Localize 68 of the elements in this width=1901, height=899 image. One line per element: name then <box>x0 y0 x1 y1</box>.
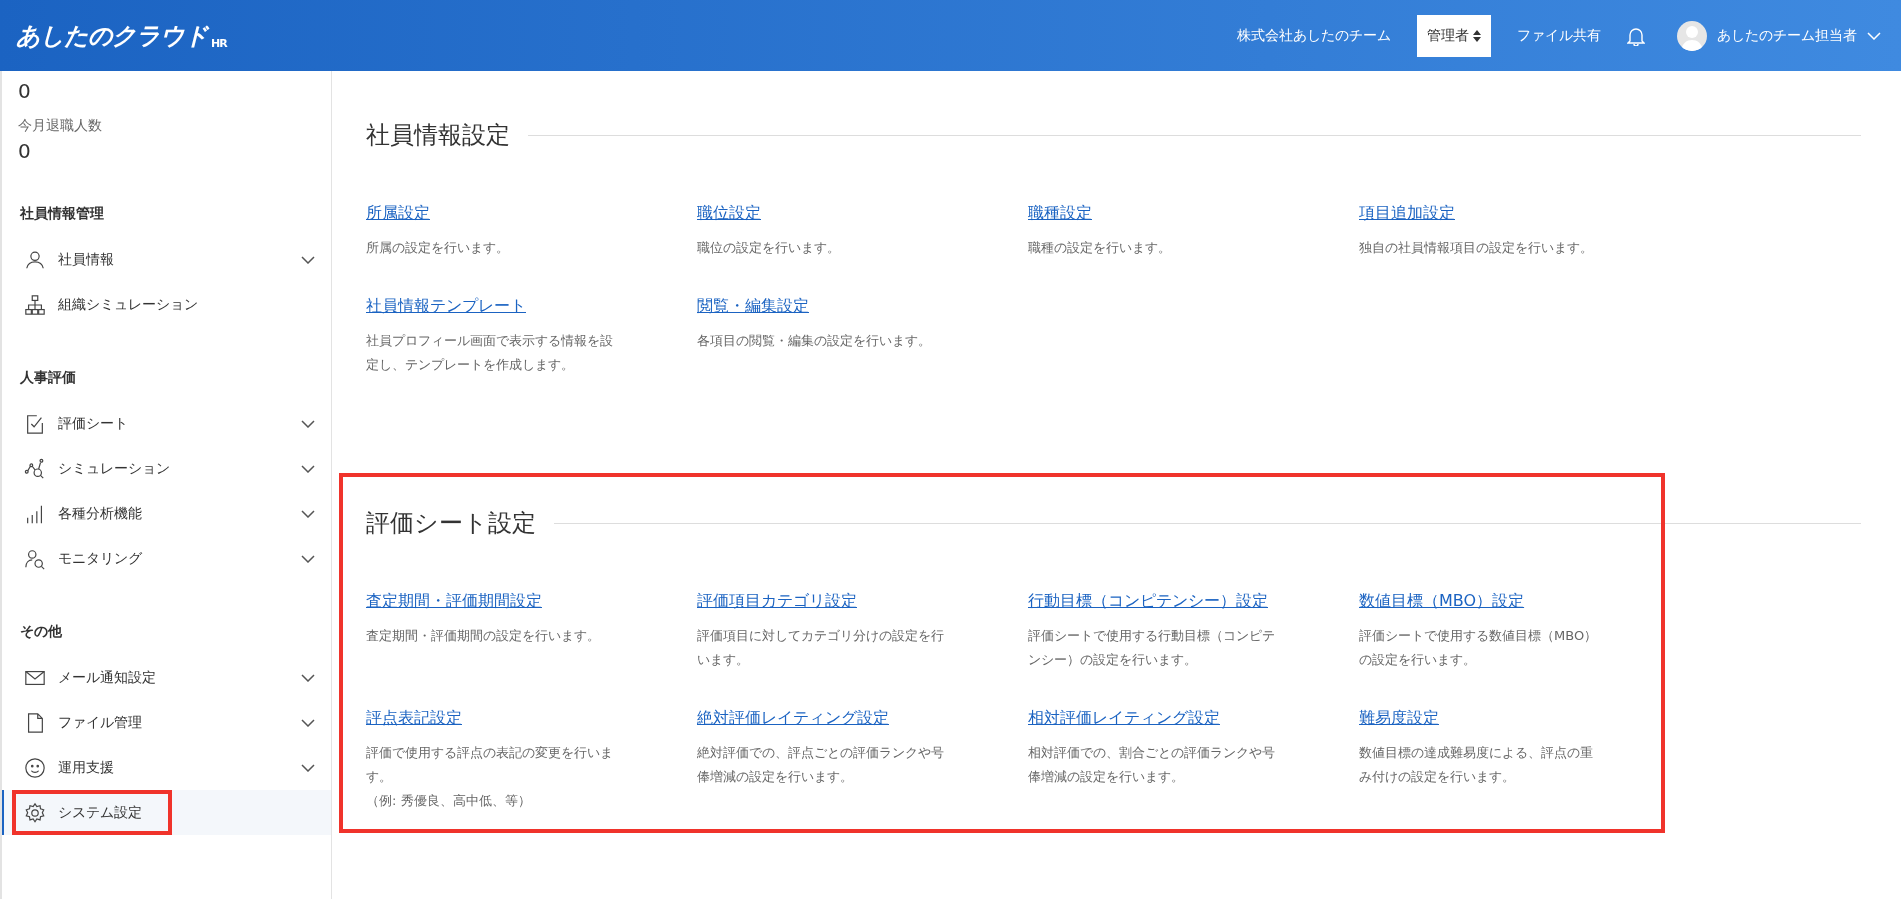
settings-link[interactable]: 数値目標（MBO）設定 <box>1359 591 1525 612</box>
settings-link[interactable]: 所属設定 <box>366 203 430 224</box>
link-description: 評価で使用する評点の表記の変更を行いま す。 （例: 秀優良、高中低、等） <box>366 744 614 810</box>
chevron-down-icon <box>301 554 315 563</box>
settings-icon <box>24 801 46 824</box>
role-select[interactable]: 管理者 <box>1417 14 1491 57</box>
sidebar-item[interactable]: 評価シート <box>2 401 331 446</box>
nodes-search-icon <box>24 457 46 480</box>
chevron-down-icon <box>301 419 315 428</box>
sidebar-item[interactable]: 各種分析機能 <box>2 491 331 536</box>
sort-icon <box>1473 29 1481 42</box>
sidebar-item[interactable]: モニタリング <box>2 536 331 581</box>
link-description: 各項目の閲覧・編集の設定を行います。 <box>697 332 932 350</box>
link-description: 所属の設定を行います。 <box>366 239 510 257</box>
link-description: 社員プロフィール画面で表示する情報を設 定し、テンプレートを作成します。 <box>366 332 614 374</box>
chevron-down-icon <box>301 509 315 518</box>
link-description: 絶対評価での、評点ごとの評価ランクや号 俸増減の設定を行います。 <box>697 744 945 786</box>
link-description: 独自の社員情報項目の設定を行います。 <box>1359 239 1594 257</box>
stat-value: 0 <box>17 139 32 163</box>
link-description: 職位の設定を行います。 <box>697 239 841 257</box>
settings-link[interactable]: 項目追加設定 <box>1359 203 1455 224</box>
sidebar-item[interactable]: 運用支援 <box>2 745 331 790</box>
chevron-down-icon <box>301 464 315 473</box>
sidebar-heading: その他 <box>19 623 63 641</box>
sidebar-item[interactable]: システム設定 <box>2 790 331 835</box>
bell-icon[interactable] <box>1627 25 1645 46</box>
user-menu[interactable]: あしたのチーム担当者 <box>1671 19 1887 52</box>
chevron-down-icon <box>301 673 315 682</box>
link-description: 職種の設定を行います。 <box>1028 239 1172 257</box>
link-description: 評価シートで使用する行動目標（コンピテ ンシー）の設定を行います。 <box>1028 627 1276 669</box>
link-description: 査定期間・評価期間の設定を行います。 <box>366 627 601 645</box>
stat-label: 今月退職人数 <box>17 117 103 135</box>
link-description: 数値目標の達成難易度による、評点の重 み付けの設定を行います。 <box>1359 744 1594 786</box>
sidebar-item[interactable]: 社員情報 <box>2 237 331 282</box>
company-name: 株式会社あしたのチーム <box>1237 26 1391 45</box>
checklist-icon <box>24 412 46 435</box>
link-description: 相対評価での、割合ごとの評価ランクや号 俸増減の設定を行います。 <box>1028 744 1276 786</box>
sidebar-heading: 社員情報管理 <box>19 205 105 223</box>
settings-link[interactable]: 行動目標（コンピテンシー）設定 <box>1028 591 1268 612</box>
settings-link[interactable]: 職種設定 <box>1028 203 1092 224</box>
chevron-down-icon <box>301 763 315 772</box>
settings-link[interactable]: 評価項目カテゴリ設定 <box>697 591 857 612</box>
settings-link[interactable]: 絶対評価レイティング設定 <box>697 708 889 729</box>
sidebar-item[interactable]: ファイル管理 <box>2 700 331 745</box>
org-chart-icon <box>24 293 46 316</box>
link-description: 評価項目に対してカテゴリ分けの設定を行 います。 <box>697 627 945 669</box>
settings-link[interactable]: 難易度設定 <box>1359 708 1439 729</box>
file-share-link[interactable]: ファイル共有 <box>1517 26 1601 45</box>
avatar-icon <box>1677 20 1707 51</box>
settings-link[interactable]: 社員情報テンプレート <box>366 296 526 317</box>
smile-icon <box>24 756 46 779</box>
section-title: 社員情報設定 <box>366 120 510 151</box>
settings-link[interactable]: 評点表記設定 <box>366 708 462 729</box>
settings-link[interactable]: 閲覧・編集設定 <box>697 296 809 317</box>
sidebar-item[interactable]: メール通知設定 <box>2 655 331 700</box>
stat-value: 0 <box>17 79 32 103</box>
link-description: 評価シートで使用する数値目標（MBO） の設定を行います。 <box>1359 627 1599 669</box>
settings-link[interactable]: 相対評価レイティング設定 <box>1028 708 1220 729</box>
settings-link[interactable]: 職位設定 <box>697 203 761 224</box>
chevron-down-icon <box>1867 31 1881 40</box>
sidebar-item[interactable]: 組織シミュレーション <box>2 282 331 327</box>
sidebar-heading: 人事評価 <box>19 369 77 387</box>
chevron-down-icon <box>301 255 315 264</box>
sidebar-item[interactable]: シミュレーション <box>2 446 331 491</box>
section-title: 評価シート設定 <box>366 508 536 539</box>
chevron-down-icon <box>301 718 315 727</box>
person-search-icon <box>24 547 46 570</box>
settings-link[interactable]: 査定期間・評価期間設定 <box>366 591 542 612</box>
